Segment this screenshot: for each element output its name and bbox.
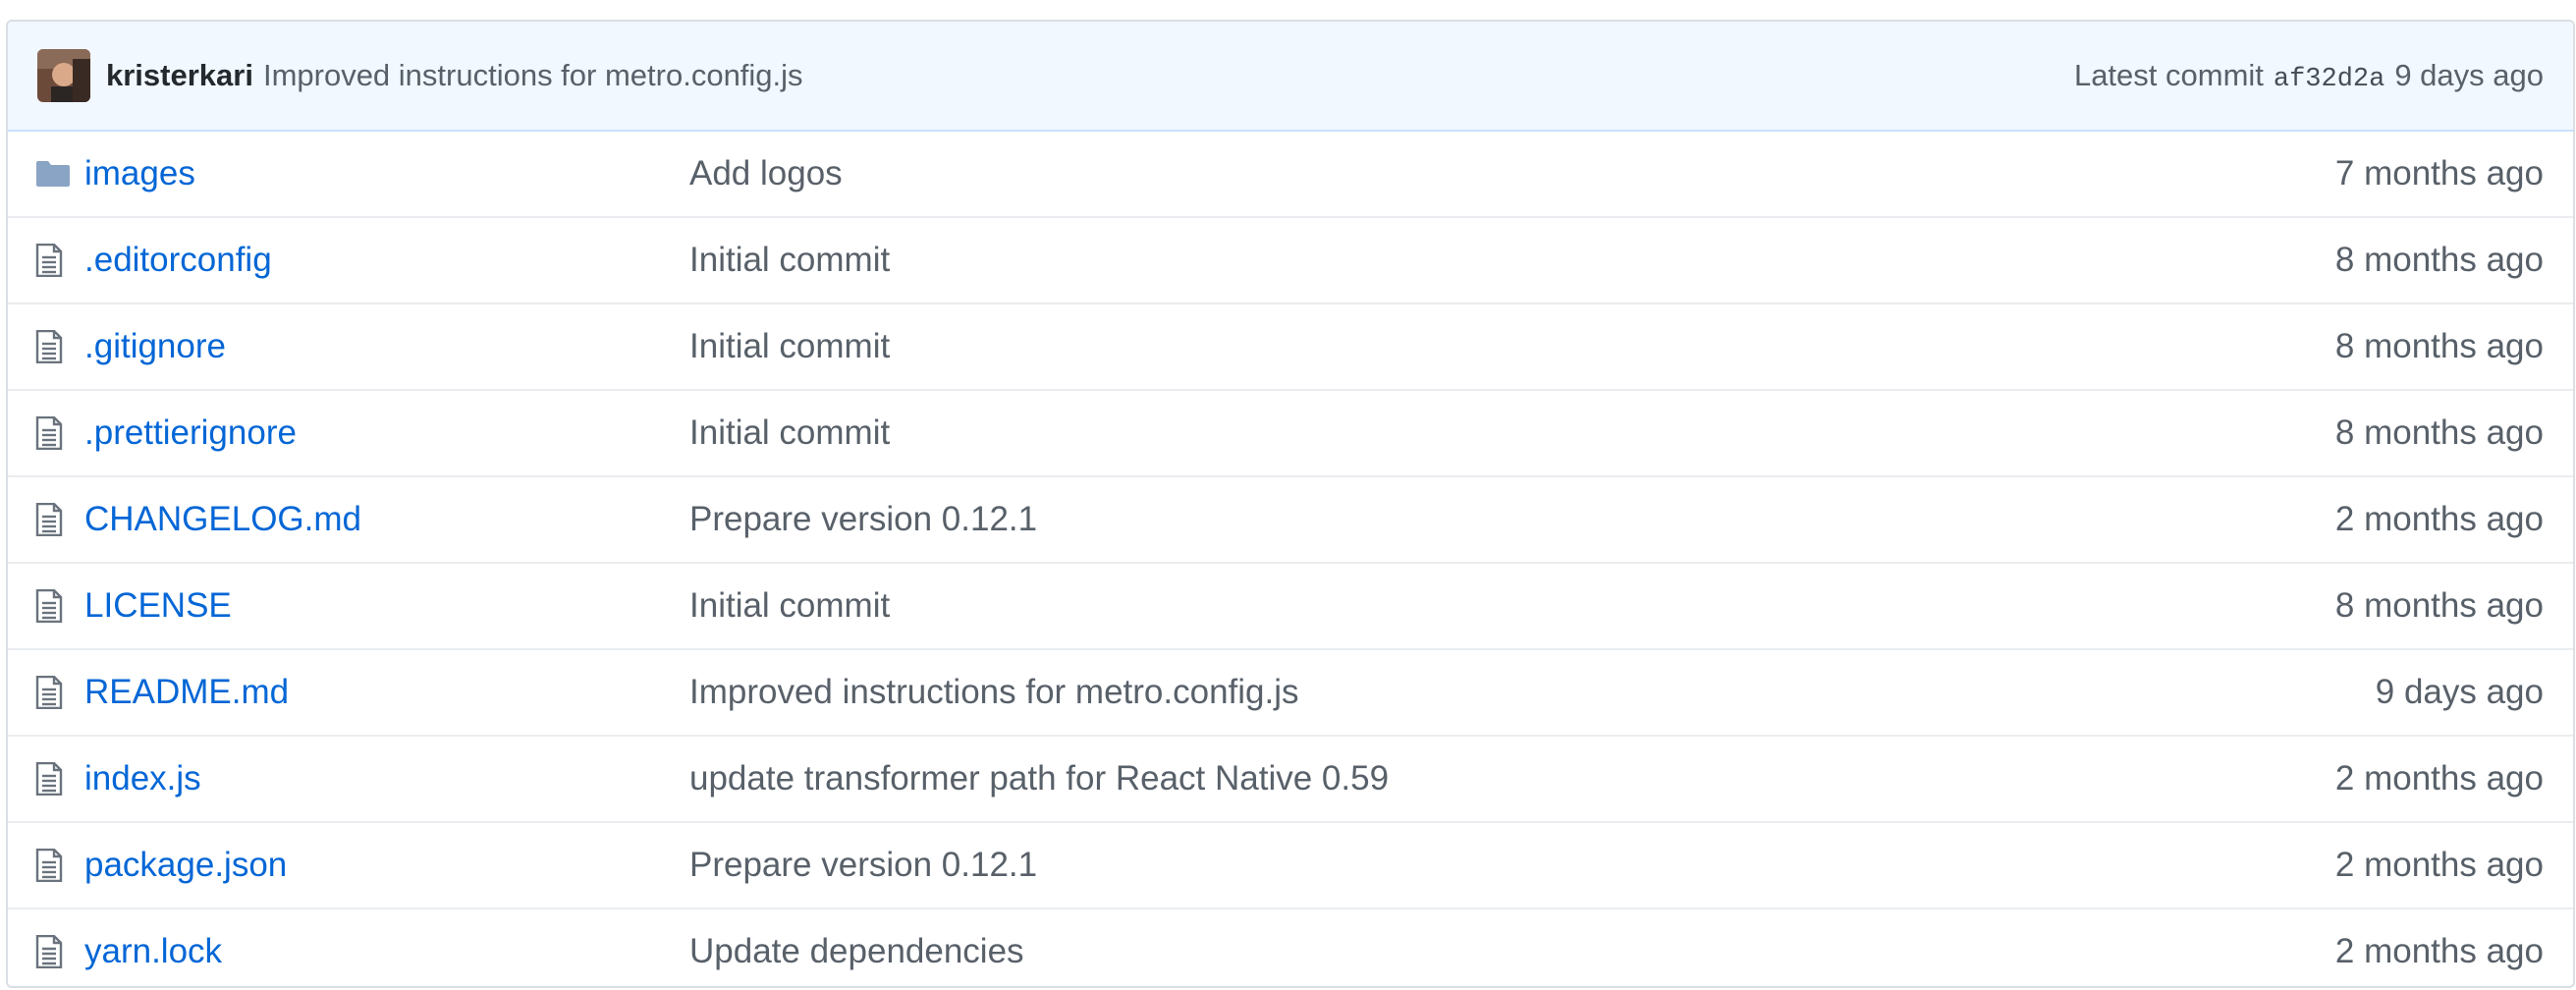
file-age: 2 months ago [2334, 932, 2544, 970]
file-age: 9 days ago [2375, 673, 2544, 711]
file-commit-message-link[interactable]: Prepare version 0.12.1 [689, 846, 2335, 885]
file-icon-cell [8, 416, 84, 450]
file-name-link[interactable]: LICENSE [84, 586, 689, 626]
file-icon [35, 503, 63, 536]
file-icon-cell [8, 849, 84, 882]
file-name-link[interactable]: .gitignore [84, 327, 689, 366]
file-commit-message-link[interactable]: Initial commit [689, 413, 2335, 453]
file-name-link[interactable]: CHANGELOG.md [84, 500, 689, 539]
file-age: 7 months ago [2334, 154, 2544, 192]
file-commit-message-link[interactable]: Add logos [689, 154, 2335, 193]
folder-icon [35, 160, 71, 188]
file-icon-cell [8, 160, 84, 188]
file-icon-cell [8, 330, 84, 363]
file-age: 8 months ago [2334, 241, 2544, 279]
file-row[interactable]: README.md Improved instructions for metro… [8, 648, 2573, 735]
file-icon [35, 244, 63, 277]
file-name-link[interactable]: package.json [84, 846, 689, 885]
file-row[interactable]: images Add logos 7 months ago [8, 132, 2573, 216]
commit-author-link[interactable]: kristerkari [106, 58, 253, 93]
commit-age: 9 days ago [2394, 57, 2544, 92]
file-row[interactable]: .gitignore Initial commit 8 months ago [8, 302, 2573, 389]
file-icon [35, 676, 63, 709]
file-browser: kristerkari Improved instructions for me… [6, 20, 2575, 988]
file-age: 8 months ago [2334, 586, 2544, 625]
file-icon [35, 849, 63, 882]
file-icon [35, 330, 63, 363]
file-age: 2 months ago [2334, 846, 2544, 884]
file-commit-message-link[interactable]: Improved instructions for metro.config.j… [689, 673, 2376, 712]
file-name-link[interactable]: images [84, 154, 689, 193]
commit-meta: Latest commit af32d2a 9 days ago [2074, 58, 2544, 94]
file-age: 8 months ago [2334, 327, 2544, 365]
file-name-link[interactable]: .editorconfig [84, 241, 689, 280]
latest-commit-label: Latest commit [2073, 57, 2264, 92]
file-row[interactable]: .prettierignore Initial commit 8 months ag… [8, 389, 2573, 475]
file-table: images Add logos 7 months ago .editorconfig… [8, 132, 2573, 986]
file-commit-message-link[interactable]: Initial commit [689, 327, 2335, 366]
file-commit-message-link[interactable]: Prepare version 0.12.1 [689, 500, 2335, 539]
file-icon [35, 935, 63, 968]
file-row[interactable]: yarn.lock Update dependencies 2 months ago [8, 908, 2573, 986]
file-name-link[interactable]: .prettierignore [84, 413, 689, 453]
file-icon [35, 589, 63, 623]
file-row[interactable]: LICENSE Initial commit 8 months ago [8, 562, 2573, 648]
file-commit-message-link[interactable]: Update dependencies [689, 932, 2335, 971]
file-name-link[interactable]: yarn.lock [84, 932, 689, 971]
file-commit-message-link[interactable]: update transformer path for React Native… [689, 759, 2335, 798]
commit-message-link[interactable]: Improved instructions for metro.config.j… [263, 58, 803, 93]
file-row[interactable]: package.json Prepare version 0.12.1 2 mont… [8, 821, 2573, 908]
file-commit-message-link[interactable]: Initial commit [689, 586, 2335, 626]
file-icon-cell [8, 676, 84, 709]
file-icon [35, 416, 63, 450]
file-row[interactable]: index.js update transformer path for Reac… [8, 735, 2573, 821]
file-icon-cell [8, 589, 84, 623]
file-icon [35, 762, 63, 796]
file-icon-cell [8, 762, 84, 796]
file-age: 2 months ago [2334, 500, 2544, 538]
file-icon-cell [8, 244, 84, 277]
avatar[interactable] [37, 49, 90, 102]
commit-sha-link[interactable]: af32d2a [2274, 65, 2384, 94]
file-age: 2 months ago [2334, 759, 2544, 798]
file-row[interactable]: CHANGELOG.md Prepare version 0.12.1 2 mont… [8, 475, 2573, 562]
file-icon-cell [8, 503, 84, 536]
file-name-link[interactable]: README.md [84, 673, 689, 712]
file-row[interactable]: .editorconfig Initial commit 8 months ago [8, 216, 2573, 302]
file-age: 8 months ago [2334, 413, 2544, 452]
file-commit-message-link[interactable]: Initial commit [689, 241, 2335, 280]
file-icon-cell [8, 935, 84, 968]
latest-commit-bar: kristerkari Improved instructions for me… [8, 22, 2573, 132]
file-name-link[interactable]: index.js [84, 759, 689, 798]
